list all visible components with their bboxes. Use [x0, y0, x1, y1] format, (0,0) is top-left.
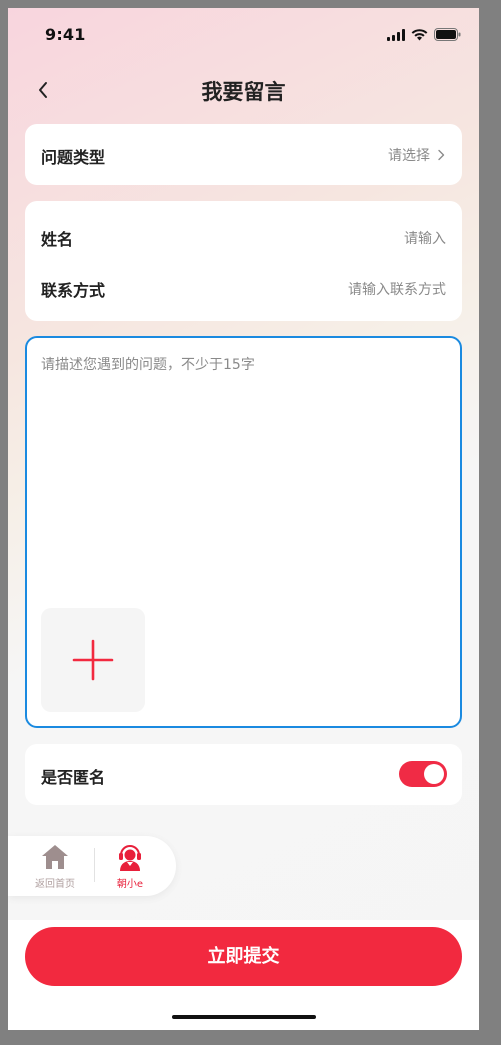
status-bar: 9:41: [8, 8, 479, 64]
question-type-row[interactable]: 问题类型 请选择: [25, 124, 462, 185]
contact-placeholder: 请输入联系方式: [348, 282, 446, 298]
home-link[interactable]: 返回首页: [30, 844, 80, 890]
assistant-link[interactable]: 朝小e: [106, 844, 154, 890]
contact-label: 联系方式: [41, 281, 106, 300]
footer-bar: 立即提交: [8, 920, 479, 1030]
home-indicator: [172, 1015, 316, 1019]
status-icons: [387, 28, 461, 41]
name-placeholder: 请输入: [404, 231, 446, 247]
chevron-right-icon: [438, 149, 445, 161]
anonymous-label: 是否匿名: [41, 768, 106, 787]
home-label: 返回首页: [35, 879, 75, 890]
name-input[interactable]: 请输入: [404, 228, 446, 248]
plus-icon: [72, 639, 114, 681]
anonymous-toggle[interactable]: [399, 761, 447, 787]
upload-image-button[interactable]: [41, 608, 145, 712]
contact-input[interactable]: 请输入联系方式: [348, 279, 446, 299]
nav-bar: 我要留言: [8, 70, 479, 114]
assistant-label: 朝小e: [116, 879, 144, 890]
submit-button[interactable]: 立即提交: [25, 927, 462, 986]
floating-nav-divider: [94, 848, 95, 882]
contact-card: 姓名 请输入 联系方式 请输入联系方式: [25, 201, 462, 321]
name-label: 姓名: [41, 230, 74, 249]
anonymous-row: 是否匿名: [25, 744, 462, 805]
home-icon: [42, 845, 68, 869]
description-placeholder: 请描述您遇到的问题，不少于15字: [41, 357, 255, 373]
page-title: 我要留言: [201, 80, 286, 104]
battery-icon: [434, 28, 461, 41]
wifi-icon: [411, 28, 428, 40]
phone-screen: 9:41 我要留言 问题类型 请选择 姓名 请输入 联系方式 请输入联系方式 请…: [8, 8, 479, 1030]
question-type-select[interactable]: 请选择: [388, 145, 446, 165]
status-time: 9:41: [45, 25, 86, 44]
question-type-value: 请选择: [388, 148, 430, 164]
customer-service-icon: [119, 845, 141, 871]
question-type-label: 问题类型: [41, 148, 106, 167]
description-textarea[interactable]: 请描述您遇到的问题，不少于15字: [25, 336, 462, 728]
signal-icon: [387, 28, 405, 41]
toggle-knob: [424, 764, 444, 784]
floating-nav: 返回首页 朝小e: [8, 836, 176, 896]
